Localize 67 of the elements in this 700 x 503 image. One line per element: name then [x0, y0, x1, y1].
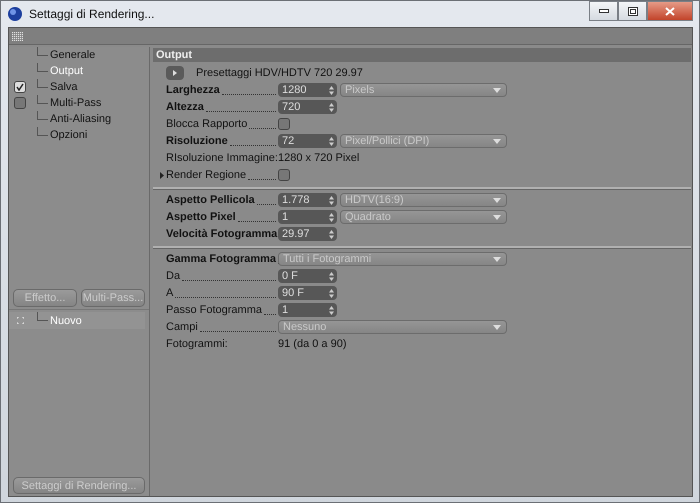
- field-label: Gamma Fotogramma: [166, 253, 276, 265]
- info-value: 91 (da 0 a 90): [278, 338, 346, 350]
- spinner-icon[interactable]: [329, 212, 334, 222]
- field-label: Campi: [166, 321, 198, 333]
- spinner-icon[interactable]: [329, 196, 334, 204]
- field-label: Render Regione: [166, 169, 246, 181]
- maximize-button[interactable]: [618, 1, 647, 21]
- number-field[interactable]: 0 F: [278, 269, 337, 283]
- expand-arrow-icon[interactable]: [160, 172, 164, 178]
- field-label: Blocca Rapporto: [166, 118, 248, 130]
- caret-icon: [493, 324, 501, 330]
- grip-icon[interactable]: [12, 32, 23, 40]
- play-icon: [173, 70, 177, 76]
- caret-icon: [493, 198, 501, 202]
- field-label: A: [166, 287, 174, 299]
- sidebar-item[interactable]: Output: [9, 63, 149, 79]
- number-field[interactable]: 1: [278, 303, 337, 317]
- info-label: Fotogrammi:: [166, 338, 229, 350]
- spinner-icon[interactable]: [329, 230, 334, 238]
- sidebar-item[interactable]: Multi-Pass: [9, 95, 149, 111]
- sidebar-item[interactable]: Opzioni: [9, 127, 149, 143]
- caret-icon: [493, 138, 501, 144]
- number-field[interactable]: 90 F: [278, 286, 337, 300]
- field-label: Larghezza: [166, 84, 220, 96]
- close-button[interactable]: [647, 1, 693, 21]
- minimize-icon: [598, 9, 608, 13]
- spinner-icon[interactable]: [329, 272, 334, 280]
- effect-icon: [16, 317, 24, 324]
- sidebar-item[interactable]: Salva: [9, 79, 149, 95]
- section-header: Output: [153, 48, 691, 62]
- number-field[interactable]: 1280: [278, 83, 337, 97]
- field-label: Altezza: [166, 101, 204, 113]
- close-icon: [665, 6, 675, 16]
- field-label: Aspetto Pellicola: [166, 194, 255, 206]
- field-label: Risoluzione: [166, 135, 228, 147]
- checkbox[interactable]: [14, 81, 26, 93]
- field-label: Aspetto Pixel: [166, 211, 236, 223]
- checkbox[interactable]: [278, 118, 290, 130]
- field-label: Passo Fotogramma: [166, 304, 262, 316]
- preset-label: Presettaggi HDV/HDTV 720 29.97: [196, 67, 363, 79]
- maximize-icon: [628, 6, 638, 16]
- field-label: Da: [166, 270, 180, 282]
- sidebar-item[interactable]: Generale: [9, 47, 149, 63]
- info-value: 1280 x 720 Pixel: [278, 152, 360, 164]
- caret-icon: [493, 88, 501, 92]
- number-field[interactable]: 72: [278, 134, 337, 148]
- number-field[interactable]: 1: [278, 210, 337, 224]
- spinner-icon[interactable]: [329, 288, 334, 298]
- number-field[interactable]: 720: [278, 100, 337, 114]
- app-logo-icon: [7, 6, 23, 22]
- caret-icon: [493, 256, 501, 262]
- number-field[interactable]: 29.97: [278, 227, 337, 241]
- sidebar-item[interactable]: Anti-Aliasing: [9, 111, 149, 127]
- effect-item[interactable]: Nuovo: [50, 314, 82, 326]
- checkbox[interactable]: [278, 169, 290, 181]
- caret-icon: [493, 214, 501, 220]
- field-label: Velocità Fotogramma: [166, 228, 278, 240]
- number-field[interactable]: 1.778: [278, 193, 337, 207]
- info-label: RIsoluzione Immagine:: [166, 152, 278, 164]
- minimize-button[interactable]: [589, 1, 618, 21]
- preset-button[interactable]: [166, 66, 184, 80]
- window-title: Settaggi di Rendering...: [29, 7, 154, 21]
- checkbox[interactable]: [14, 97, 26, 109]
- spinner-icon[interactable]: [329, 136, 334, 146]
- spinner-icon[interactable]: [329, 102, 334, 112]
- spinner-icon[interactable]: [329, 86, 334, 94]
- spinner-icon[interactable]: [329, 306, 334, 314]
